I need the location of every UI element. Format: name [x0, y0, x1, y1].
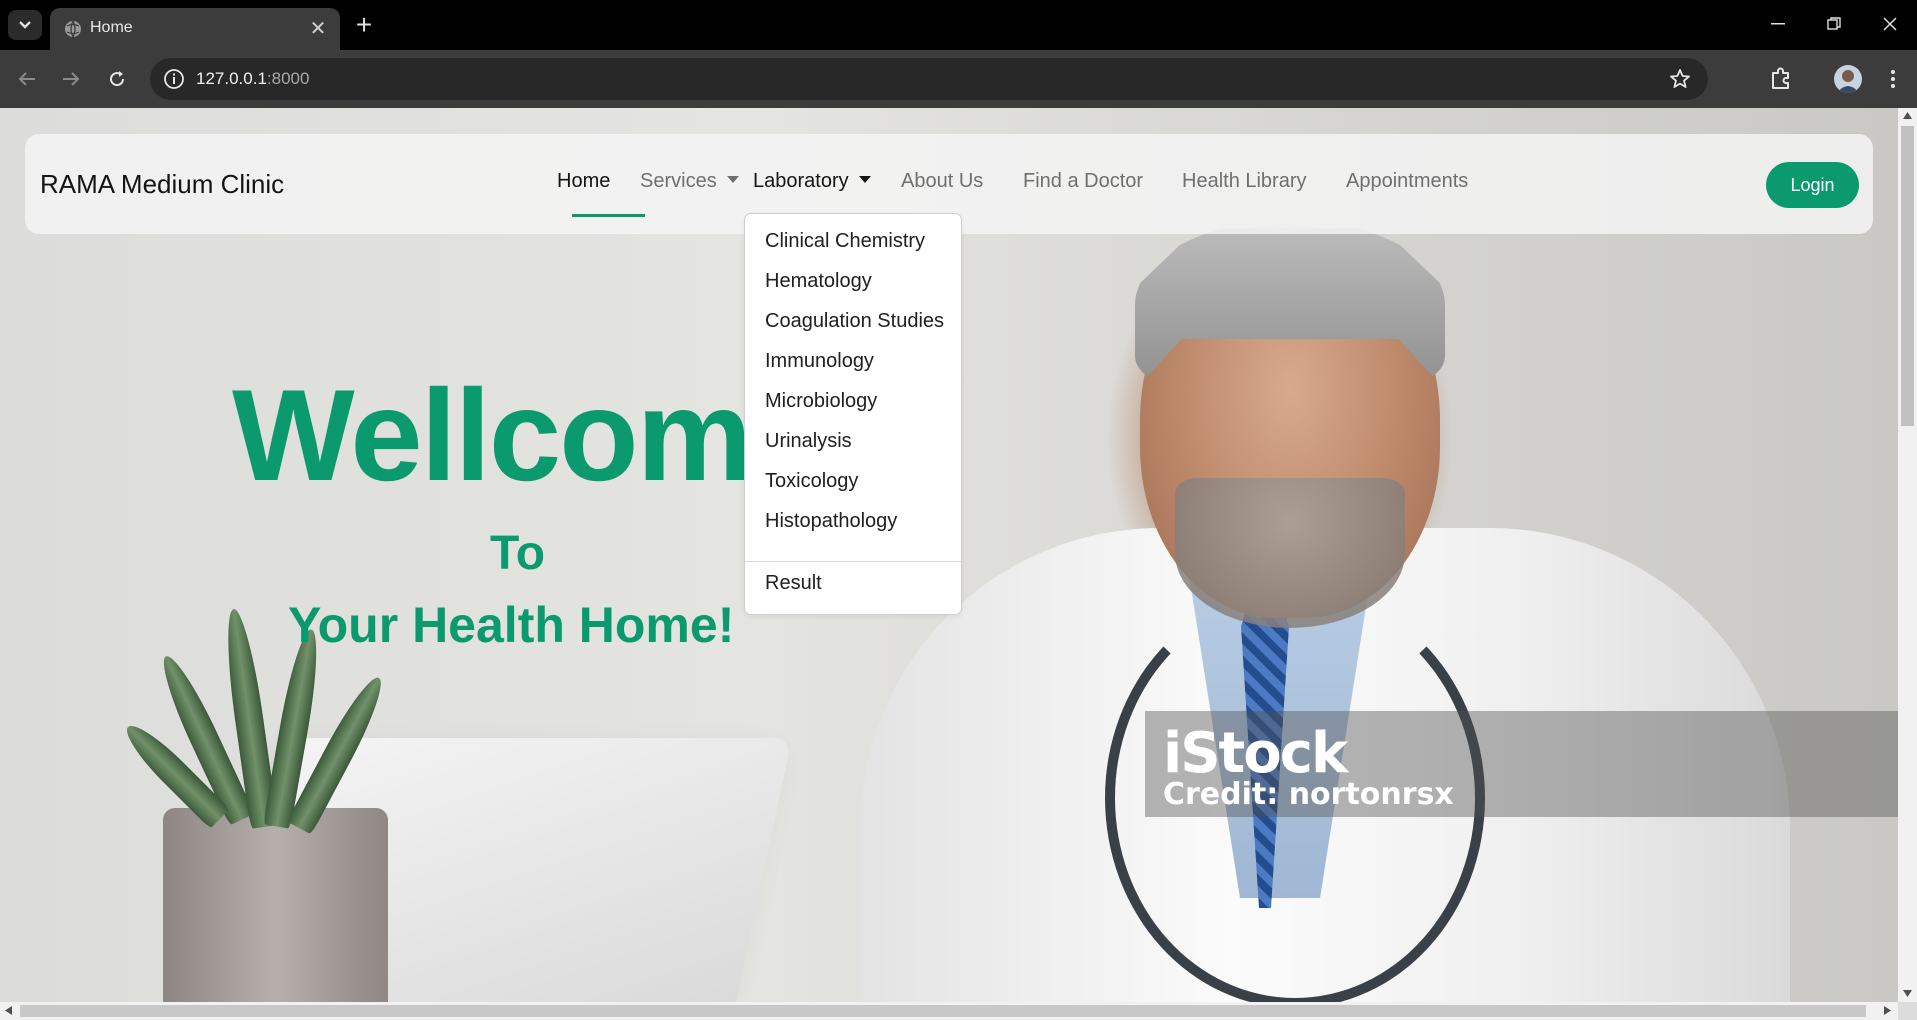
menu-item-coagulation-studies[interactable]: Coagulation Studies — [765, 310, 944, 333]
close-window-icon[interactable] — [1870, 8, 1910, 40]
tab-search-button[interactable] — [8, 10, 42, 40]
hero-background-image: iStock Credit: nortonrsx Wellcom To Your… — [0, 108, 1898, 1020]
browser-titlebar: Home ✕ + — [0, 0, 1917, 50]
globe-icon — [65, 20, 81, 38]
menu-item-clinical-chemistry[interactable]: Clinical Chemistry — [765, 230, 925, 253]
nav-laboratory-label: Laboratory — [753, 170, 849, 192]
restore-icon[interactable] — [1814, 8, 1854, 40]
laboratory-dropdown-menu: Clinical Chemistry Hematology Coagulatio… — [744, 213, 962, 615]
scroll-left-arrow-icon[interactable] — [5, 1006, 12, 1015]
browser-toolbar: 127.0.0.1:8000 — [0, 50, 1917, 108]
menu-item-hematology[interactable]: Hematology — [765, 270, 872, 293]
photo-credit: Credit: nortonrsx — [1163, 777, 1454, 812]
url-text: 127.0.0.1:8000 — [196, 69, 309, 89]
back-arrow-icon[interactable] — [12, 64, 42, 94]
caret-down-icon — [858, 176, 871, 184]
page-viewport: iStock Credit: nortonrsx Wellcom To Your… — [0, 108, 1917, 1020]
hero-headline: Wellcom — [232, 362, 752, 508]
menu-item-toxicology[interactable]: Toxicology — [765, 470, 858, 493]
menu-item-microbiology[interactable]: Microbiology — [765, 390, 877, 413]
nav-laboratory[interactable]: Laboratory — [753, 170, 871, 193]
horizontal-scrollbar[interactable] — [0, 1002, 1898, 1020]
menu-item-urinalysis[interactable]: Urinalysis — [765, 430, 852, 453]
more-vert-icon[interactable] — [1878, 64, 1908, 94]
tab-title: Home — [90, 19, 133, 36]
minimize-icon[interactable] — [1758, 8, 1798, 40]
reload-icon[interactable] — [102, 64, 132, 94]
scroll-down-arrow-icon[interactable] — [1903, 990, 1912, 997]
browser-tab-home[interactable]: Home ✕ — [50, 8, 340, 50]
info-icon[interactable] — [162, 67, 186, 91]
nav-about-us[interactable]: About Us — [901, 170, 983, 193]
new-tab-button[interactable]: + — [350, 11, 378, 40]
vertical-scrollbar[interactable] — [1898, 108, 1917, 1002]
scroll-right-arrow-icon[interactable] — [1884, 1006, 1891, 1015]
menu-item-histopathology[interactable]: Histopathology — [765, 510, 897, 533]
scroll-up-arrow-icon[interactable] — [1903, 112, 1912, 119]
avatar[interactable] — [1834, 65, 1862, 93]
brand-logo[interactable]: RAMA Medium Clinic — [40, 169, 284, 200]
close-tab-icon[interactable]: ✕ — [306, 16, 330, 40]
vertical-scrollbar-thumb[interactable] — [1901, 126, 1914, 426]
extensions-icon[interactable] — [1766, 64, 1796, 94]
nav-services-label: Services — [640, 170, 717, 192]
chevron-down-icon — [19, 21, 31, 29]
plant-pot-shape — [163, 808, 388, 1008]
nav-appointments[interactable]: Appointments — [1346, 170, 1468, 193]
forward-arrow-icon[interactable] — [56, 64, 86, 94]
nav-health-library[interactable]: Health Library — [1182, 170, 1307, 193]
hero-subheadline: Your Health Home! — [288, 597, 735, 653]
stock-watermark: iStock Credit: nortonrsx — [1145, 711, 1898, 817]
nav-find-a-doctor[interactable]: Find a Doctor — [1023, 170, 1143, 193]
scrollbar-corner — [1898, 1002, 1917, 1020]
caret-down-icon — [726, 176, 739, 184]
nav-home[interactable]: Home — [557, 170, 610, 193]
nav-services[interactable]: Services — [640, 170, 739, 193]
hero-subheadline-to: To — [490, 527, 546, 580]
menu-item-result[interactable]: Result — [765, 572, 822, 595]
dropdown-divider — [745, 561, 961, 562]
horizontal-scrollbar-thumb[interactable] — [20, 1005, 1866, 1017]
url-port: :8000 — [266, 69, 310, 88]
active-nav-indicator — [572, 214, 645, 217]
login-button[interactable]: Login — [1766, 162, 1859, 208]
star-icon[interactable] — [1668, 67, 1692, 91]
address-bar[interactable]: 127.0.0.1:8000 — [150, 58, 1708, 100]
url-host: 127.0.0.1 — [196, 69, 267, 88]
menu-item-immunology[interactable]: Immunology — [765, 350, 874, 373]
